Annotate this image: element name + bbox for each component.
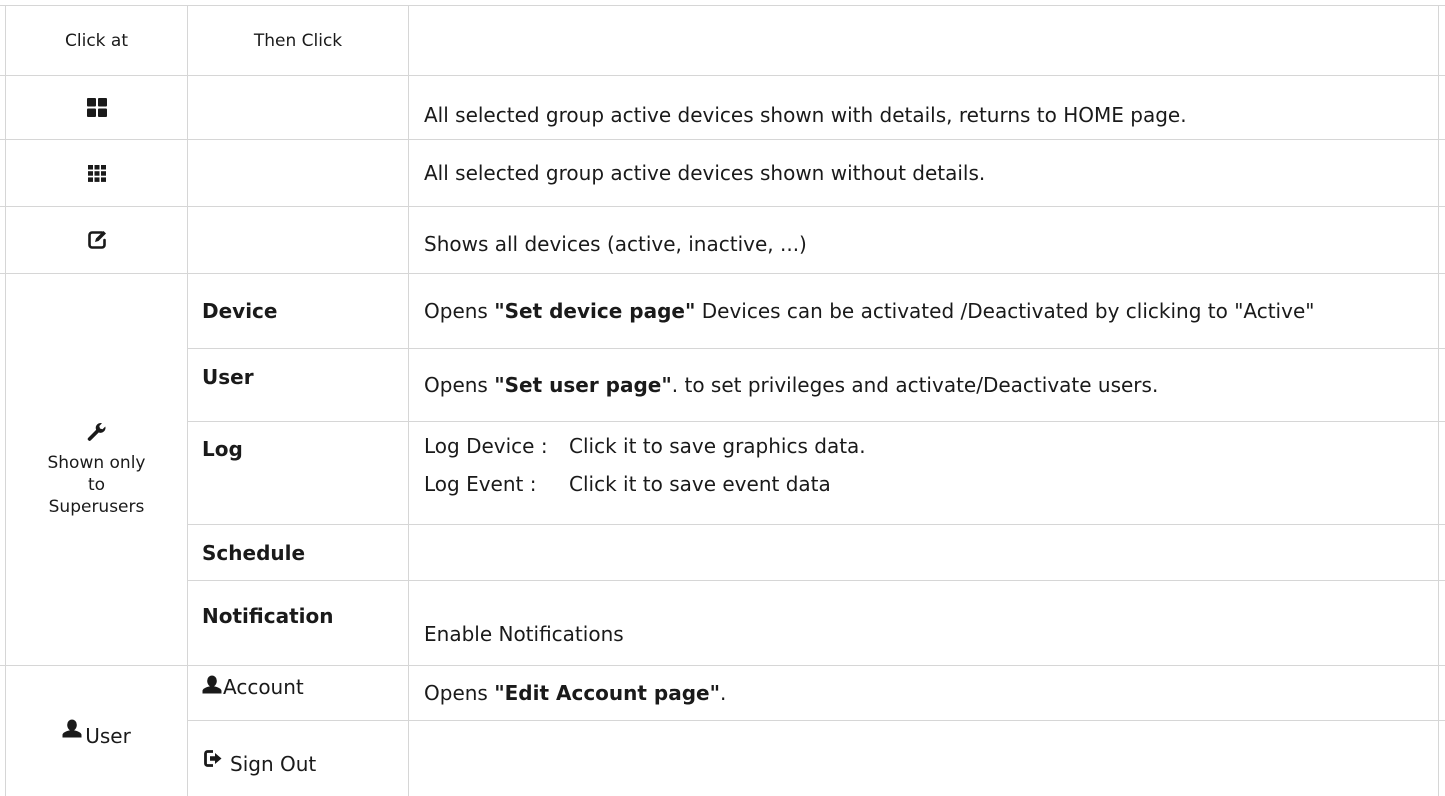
account-desc-suffix: . <box>720 681 727 705</box>
log-device-text: Click it to save graphics data. <box>569 434 866 458</box>
log-event-label: Log Event : <box>424 472 537 496</box>
feature-table: Click at Then Click All selected group a… <box>0 0 1445 796</box>
sign-out-icon <box>204 750 222 767</box>
account-menu-item[interactable]: Account <box>202 666 402 720</box>
log-event-line: Log Event : Click it to save event data <box>424 470 1424 498</box>
user-desc-prefix: Opens <box>424 373 495 397</box>
user-icon <box>202 675 222 694</box>
set-device-page-link: "Set device page" <box>494 299 696 323</box>
wrench-cell: Shown only to Superusers <box>6 274 187 665</box>
user-description: Opens "Set user page". to set privileges… <box>424 349 1434 421</box>
header-click-at: Click at <box>65 30 128 51</box>
set-user-page-link: "Set user page" <box>494 373 672 397</box>
grid-small-description: All selected group active devices shown … <box>424 161 986 185</box>
header-description <box>409 6 1438 75</box>
device-desc-suffix: Devices can be activated /Deactivated by… <box>695 299 1315 323</box>
user-menu-item[interactable]: User <box>202 349 402 421</box>
account-desc-prefix: Opens <box>424 681 495 705</box>
notification-menu-item[interactable]: Notification <box>202 581 402 651</box>
grid-large-description: All selected group active devices shown … <box>424 102 1187 127</box>
column-divider <box>408 5 409 796</box>
log-menu-item[interactable]: Log <box>202 422 402 476</box>
user-group-cell: User <box>6 666 187 796</box>
device-desc-prefix: Opens <box>424 299 495 323</box>
grid-large-cell <box>6 76 187 139</box>
grid-large-icon[interactable] <box>86 98 107 117</box>
edit-account-page-link: "Edit Account page" <box>494 681 721 705</box>
grid-small-cell <box>6 140 187 206</box>
schedule-menu-item[interactable]: Schedule <box>202 525 402 580</box>
log-event-text: Click it to save event data <box>569 472 831 496</box>
account-description: Opens "Edit Account page". <box>424 666 1434 720</box>
wrench-icon[interactable] <box>87 422 107 442</box>
edit-icon[interactable] <box>87 230 107 250</box>
table-border-right <box>1438 5 1439 796</box>
user-icon[interactable] <box>62 719 82 738</box>
user-desc-suffix: . to set privileges and activate/Deactiv… <box>671 373 1159 397</box>
notification-description: Enable Notifications <box>424 622 624 646</box>
schedule-description <box>424 525 1434 580</box>
log-description: Log Device : Click it to save graphics d… <box>424 432 1424 498</box>
superusers-note: Shown only to Superusers <box>47 452 146 517</box>
sign-out-description <box>424 721 1434 796</box>
account-label: Account <box>223 675 304 699</box>
edit-description: Shows all devices (active, inactive, ...… <box>424 232 807 256</box>
device-description: Opens "Set device page" Devices can be a… <box>424 274 1424 348</box>
log-device-label: Log Device : <box>424 434 548 458</box>
log-device-line: Log Device : Click it to save graphics d… <box>424 432 1424 460</box>
column-divider <box>187 5 188 796</box>
grid-small-icon[interactable] <box>87 164 106 182</box>
user-group-label: User <box>85 724 131 748</box>
header-then-click: Then Click <box>253 30 343 51</box>
sign-out-label: Sign Out <box>230 751 317 776</box>
device-menu-item[interactable]: Device <box>202 274 402 348</box>
edit-cell <box>6 207 187 273</box>
sign-out-menu-item[interactable]: Sign Out <box>204 721 404 796</box>
